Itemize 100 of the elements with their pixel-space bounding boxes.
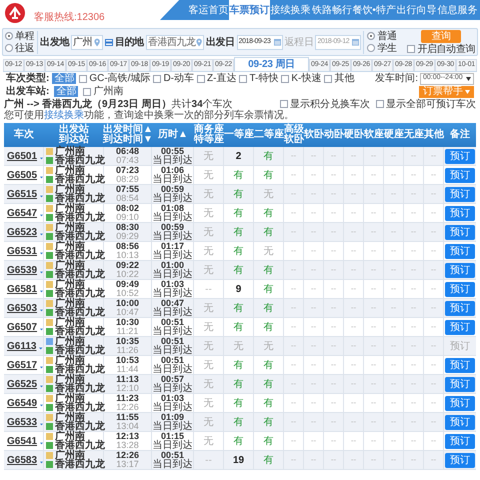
checkbox[interactable] bbox=[376, 100, 384, 108]
checkbox[interactable] bbox=[197, 74, 206, 82]
train-number-link[interactable]: G6583 bbox=[7, 452, 38, 468]
field-label: 出发日 bbox=[206, 36, 235, 50]
book-button[interactable]: 预订 bbox=[445, 396, 475, 410]
checkbox[interactable] bbox=[281, 74, 290, 82]
train-number-link[interactable]: G6517 bbox=[7, 358, 38, 372]
station-icon bbox=[46, 423, 53, 430]
seat-cell: -- bbox=[404, 337, 424, 355]
seat-cell: -- bbox=[304, 432, 324, 450]
book-button[interactable]: 预订 bbox=[445, 320, 475, 334]
train-number-link[interactable]: G6581 bbox=[7, 282, 38, 296]
arrival-day-text: 当日到达 bbox=[152, 251, 192, 260]
book-button[interactable]: 预订 bbox=[445, 224, 475, 240]
to-field[interactable]: 香港西九龙 bbox=[146, 34, 204, 50]
arrival-day-text: 当日到达 bbox=[152, 365, 192, 374]
station-name: 香港西九龙 bbox=[55, 213, 105, 222]
checkbox[interactable] bbox=[83, 88, 92, 96]
seat-cell: -- bbox=[284, 375, 304, 393]
book-button[interactable]: 预订 bbox=[445, 452, 475, 468]
checkbox[interactable] bbox=[79, 74, 88, 82]
nav-tab[interactable]: 铁路畅行 bbox=[311, 0, 352, 20]
seat-cell: 有 bbox=[254, 299, 284, 317]
book-button[interactable]: 预订 bbox=[445, 376, 475, 392]
book-button[interactable]: 预订 bbox=[445, 358, 475, 372]
nav-tab[interactable]: 车票预订 bbox=[229, 0, 270, 20]
checkbox[interactable] bbox=[407, 45, 416, 53]
seat-cell: -- bbox=[424, 451, 444, 469]
seat-cell: -- bbox=[304, 185, 324, 203]
train-number-link[interactable]: G6523 bbox=[7, 224, 38, 240]
caret-icon bbox=[40, 460, 43, 464]
seat-cell: -- bbox=[284, 204, 304, 222]
depart-time: 08:56 bbox=[116, 242, 140, 251]
duration-text: 01:15 bbox=[160, 432, 184, 441]
arrive-time: 09:10 bbox=[116, 213, 139, 222]
seat-cell: 无 bbox=[194, 413, 224, 431]
radio-button[interactable] bbox=[5, 32, 13, 40]
logo-icon bbox=[4, 2, 26, 24]
swap-icon bbox=[105, 38, 114, 46]
radio-button[interactable] bbox=[5, 44, 13, 52]
station-name: 香港西九龙 bbox=[55, 403, 105, 412]
transfer-link[interactable]: 接续换乘 bbox=[44, 110, 84, 121]
arrive-time: 13:04 bbox=[116, 422, 139, 431]
train-number-link[interactable]: G6541 bbox=[7, 434, 38, 448]
station-name: 香港西九龙 bbox=[55, 441, 105, 450]
book-button[interactable]: 预订 bbox=[445, 434, 475, 448]
radio-button[interactable] bbox=[367, 44, 376, 52]
radio-button[interactable] bbox=[367, 32, 376, 40]
book-button[interactable]: 预订 bbox=[445, 244, 475, 258]
nav-tab[interactable]: 接续换乘 bbox=[270, 0, 312, 20]
hotline-text: 客服热线:12306 bbox=[34, 10, 105, 24]
train-number-link[interactable]: G6531 bbox=[7, 244, 38, 258]
book-button[interactable]: 预订 bbox=[445, 206, 475, 220]
option-label: 其他 bbox=[334, 73, 354, 84]
depart-time: 08:02 bbox=[116, 204, 140, 213]
nav-tab[interactable]: 出行向导 bbox=[396, 0, 437, 20]
train-number-link[interactable]: G6501 bbox=[7, 148, 38, 164]
train-number-link[interactable]: G6515 bbox=[7, 186, 38, 202]
checkbox[interactable] bbox=[153, 74, 162, 82]
nav-tab[interactable]: 餐饮•特产 bbox=[352, 0, 396, 20]
seat-cell: -- bbox=[364, 413, 384, 431]
seat-cell: -- bbox=[324, 432, 344, 450]
book-button[interactable]: 预订 bbox=[445, 414, 475, 430]
seat-cell: -- bbox=[404, 451, 424, 469]
book-button[interactable]: 预订 bbox=[445, 186, 475, 202]
checkbox[interactable] bbox=[239, 74, 248, 82]
seat-cell: 无 bbox=[254, 337, 284, 355]
book-button[interactable]: 预订 bbox=[445, 148, 475, 164]
train-number-link[interactable]: G6503 bbox=[7, 300, 38, 316]
from-field[interactable]: 广州 bbox=[71, 34, 104, 50]
seat-cell: -- bbox=[344, 223, 364, 241]
seat-cell: -- bbox=[384, 185, 404, 203]
option-label: 广州南 bbox=[93, 86, 124, 97]
book-button[interactable]: 预订 bbox=[445, 262, 475, 278]
train-number-link[interactable]: G6505 bbox=[7, 168, 38, 182]
nav-tab[interactable]: 信息服务 bbox=[436, 0, 478, 20]
seat-cell: -- bbox=[424, 356, 444, 374]
train-number-link[interactable]: G6533 bbox=[7, 414, 38, 430]
seat-cell: -- bbox=[404, 280, 424, 298]
seat-cell: 无 bbox=[194, 204, 224, 222]
train-number-link[interactable]: G6547 bbox=[7, 206, 38, 220]
train-number-link[interactable]: G6549 bbox=[7, 396, 38, 410]
date-tab[interactable]: 09-23 周日 bbox=[234, 57, 309, 71]
train-number-link[interactable]: G6113 bbox=[7, 338, 36, 354]
seat-cell: -- bbox=[384, 394, 404, 412]
train-number-link[interactable]: G6507 bbox=[7, 320, 38, 334]
book-button[interactable]: 预订 bbox=[445, 168, 475, 182]
seat-cell: 有 bbox=[254, 432, 284, 450]
seat-cell: -- bbox=[304, 204, 324, 222]
seat-cell: -- bbox=[384, 261, 404, 279]
book-button[interactable]: 预订 bbox=[445, 300, 475, 316]
train-number-link[interactable]: G6539 bbox=[7, 262, 38, 278]
book-button[interactable]: 预订 bbox=[445, 282, 475, 296]
checkbox[interactable] bbox=[324, 74, 332, 82]
station-icon bbox=[46, 233, 53, 240]
train-number-link[interactable]: G6525 bbox=[7, 376, 38, 392]
checkbox[interactable] bbox=[280, 100, 288, 108]
nav-tab[interactable]: 客运首页 bbox=[188, 0, 230, 20]
arrival-day-text: 当日到达 bbox=[152, 270, 192, 279]
seat-cell: 有 bbox=[254, 166, 284, 184]
